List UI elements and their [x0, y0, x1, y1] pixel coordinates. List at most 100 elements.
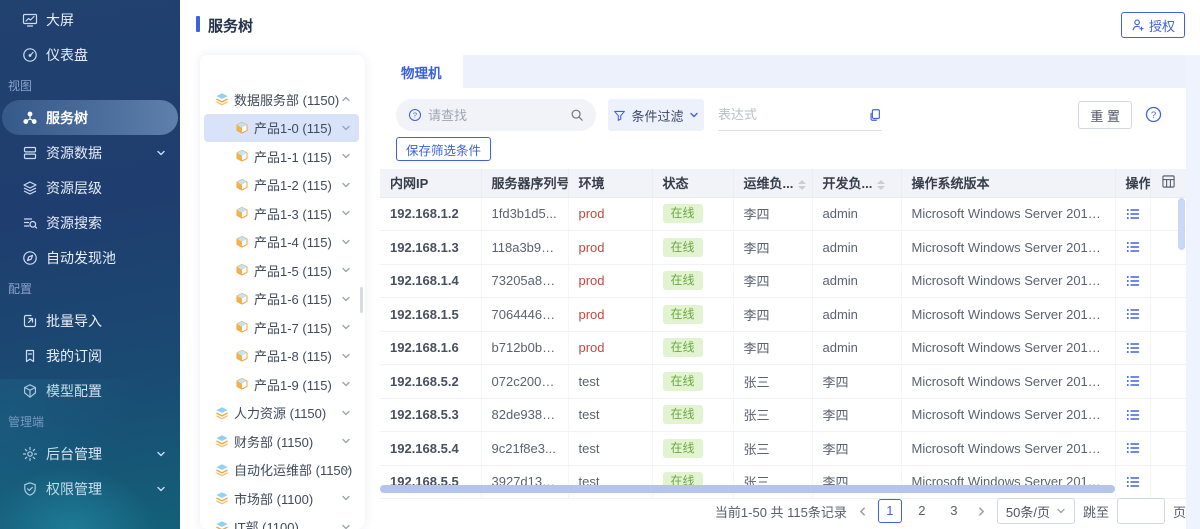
sidebar-item-label: 批量导入 [46, 311, 102, 331]
sidebar-item-resource-level[interactable]: 资源层级 [0, 170, 180, 205]
sidebar-item-dashboard[interactable]: 仪表盘 [0, 37, 180, 72]
cell-empty [1150, 398, 1186, 432]
column-settings-header[interactable] [1150, 169, 1186, 197]
sidebar-item-backend-admin[interactable]: 后台管理 [0, 436, 180, 471]
tree-scrollbar[interactable] [360, 287, 363, 313]
page-button-2[interactable]: 2 [910, 499, 934, 523]
pagination: 当前1-50 共 115条记录 1 2 3 50条/页 跳至 [380, 497, 1186, 525]
tree-node-product-1-4[interactable]: 产品1-4 (115) [204, 228, 359, 257]
prev-page-button[interactable] [855, 506, 870, 517]
sidebar-item-permission-admin[interactable]: 权限管理 [0, 471, 180, 506]
column-header-4[interactable]: 运维负... [733, 169, 812, 197]
actions-menu-icon[interactable] [1126, 307, 1140, 321]
sidebar-item-resource-data[interactable]: 资源数据 [0, 135, 180, 170]
tree-node-product-1-2[interactable]: 产品1-2 (115) [204, 171, 359, 200]
reset-button[interactable]: 重 置 [1078, 101, 1132, 129]
copy-icon[interactable] [868, 108, 882, 122]
svg-text:?: ? [1151, 110, 1156, 121]
column-header-label: 开发负... [823, 176, 873, 191]
tree-node-label: 财务部 (1150) [234, 432, 313, 451]
cell-dev-owner: admin [812, 264, 901, 298]
chevron-up-icon[interactable] [341, 94, 351, 104]
tree-node-dept-data-service[interactable]: 数据服务部 (1150) [204, 85, 359, 114]
tree-node-dept-market[interactable]: 市场部 (1100) [204, 484, 359, 513]
tab-physical-machine[interactable]: 物理机 [380, 55, 463, 88]
tree-node-product-1-6[interactable]: 产品1-6 (115) [204, 285, 359, 314]
chevron-down-icon[interactable] [341, 208, 351, 218]
actions-menu-icon[interactable] [1126, 374, 1140, 388]
tree-node-product-1-3[interactable]: 产品1-3 (115) [204, 199, 359, 228]
actions-menu-icon[interactable] [1126, 207, 1140, 221]
actions-menu-icon[interactable] [1126, 408, 1140, 422]
chevron-down-icon[interactable] [341, 322, 351, 332]
horizontal-scrollbar[interactable] [380, 485, 1115, 493]
tree-node-product-1-0[interactable]: 产品1-0 (115) [204, 114, 359, 143]
sidebar-item-my-subscription[interactable]: 我的订阅 [0, 338, 180, 373]
cell-ops-owner: 张三 [733, 465, 812, 499]
sidebar-item-auto-discovery[interactable]: 自动发现池 [0, 240, 180, 275]
tree-node-product-1-7[interactable]: 产品1-7 (115) [204, 313, 359, 342]
tree-node-product-1-8[interactable]: 产品1-8 (115) [204, 342, 359, 371]
table-header-row: 内网IP服务器序列号环境状态运维负...开发负...操作系统版本操作 [380, 169, 1186, 197]
actions-menu-icon[interactable] [1126, 240, 1140, 254]
tree-node-dept-hr[interactable]: 人力资源 (1150) [204, 399, 359, 428]
chevron-down-icon[interactable] [341, 436, 351, 446]
sort-carets-icon[interactable] [877, 180, 885, 190]
search-icon[interactable] [570, 108, 584, 122]
sidebar-item-resource-search[interactable]: 资源搜索 [0, 205, 180, 240]
chevron-down-icon[interactable] [341, 237, 351, 247]
expression-field[interactable] [718, 99, 882, 131]
page-button-1[interactable]: 1 [878, 499, 902, 523]
chevron-down-icon[interactable] [341, 123, 351, 133]
cell-actions [1115, 298, 1150, 332]
page-title: 服务树 [208, 15, 253, 36]
chevron-down-icon[interactable] [341, 180, 351, 190]
tree-node-dept-finance[interactable]: 财务部 (1150) [204, 427, 359, 456]
search-input[interactable] [428, 108, 564, 123]
sidebar-item-service-tree[interactable]: 服务树 [2, 100, 178, 135]
chevron-down-icon[interactable] [341, 493, 351, 503]
actions-menu-icon[interactable] [1126, 441, 1140, 455]
cell-actions [1115, 331, 1150, 365]
cell-ip: 192.168.5.5 [380, 465, 481, 499]
sort-carets-icon[interactable] [798, 180, 806, 190]
tree-node-dept-it[interactable]: IT部 (1100) [204, 513, 359, 529]
chevron-down-icon[interactable] [341, 294, 351, 304]
search-box[interactable]: ? [396, 99, 596, 131]
expression-input[interactable] [718, 107, 868, 122]
chevron-down-icon[interactable] [341, 351, 351, 361]
page-button-3[interactable]: 3 [942, 499, 966, 523]
tree-node-product-1-5[interactable]: 产品1-5 (115) [204, 256, 359, 285]
column-header-5[interactable]: 开发负... [812, 169, 901, 197]
save-filter-button[interactable]: 保存筛选条件 [396, 137, 491, 161]
sidebar-item-label: 资源层级 [46, 178, 102, 198]
gauge-icon [22, 47, 38, 63]
help-icon[interactable]: ? [1145, 106, 1162, 123]
sidebar-item-model-config[interactable]: 模型配置 [0, 373, 180, 408]
column-header-label: 操作 [1126, 176, 1151, 191]
table-row: 192.168.1.21fd3b1d5...prod在线李四adminMicro… [380, 197, 1186, 231]
next-page-button[interactable] [974, 506, 989, 517]
actions-menu-icon[interactable] [1126, 274, 1140, 288]
cell-os: Microsoft Windows Server 2019 Stan... [901, 365, 1115, 399]
sidebar-item-big-screen[interactable]: 大屏 [0, 2, 180, 37]
cell-serial: 73205a8b... [481, 264, 568, 298]
sidebar-item-batch-import[interactable]: 批量导入 [0, 303, 180, 338]
chevron-down-icon[interactable] [341, 379, 351, 389]
actions-menu-icon[interactable] [1126, 341, 1140, 355]
cell-os: Microsoft Windows Server 2019 Stan... [901, 331, 1115, 365]
chevron-down-icon[interactable] [341, 522, 351, 529]
authorize-button[interactable]: 授权 [1121, 12, 1185, 38]
vertical-scrollbar[interactable] [1178, 198, 1185, 250]
jump-page-input[interactable] [1117, 498, 1165, 524]
chevron-down-icon[interactable] [341, 151, 351, 161]
tree-node-dept-auto-ops[interactable]: 自动化运维部 (1150) [204, 456, 359, 485]
tree-node-product-1-1[interactable]: 产品1-1 (115) [204, 142, 359, 171]
condition-filter-button[interactable]: 条件过滤 [608, 99, 704, 131]
actions-menu-icon[interactable] [1126, 475, 1140, 489]
chevron-down-icon[interactable] [341, 465, 351, 475]
chevron-down-icon[interactable] [341, 265, 351, 275]
tree-node-product-1-9[interactable]: 产品1-9 (115) [204, 370, 359, 399]
page-size-select[interactable]: 50条/页 [997, 498, 1075, 524]
chevron-down-icon[interactable] [341, 408, 351, 418]
